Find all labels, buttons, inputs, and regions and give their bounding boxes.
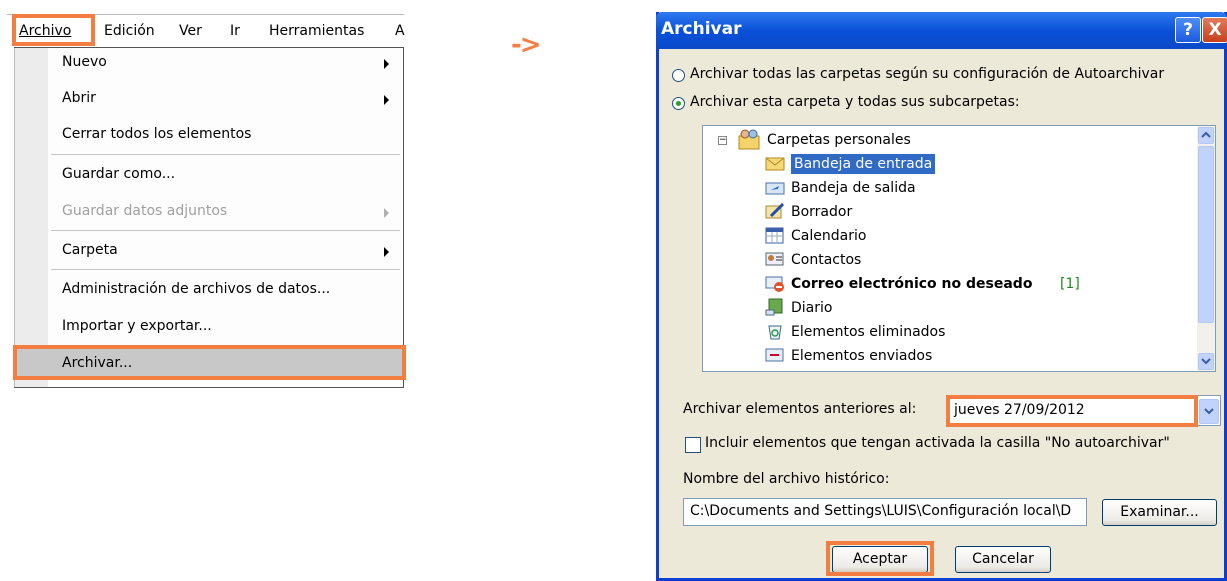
menu-ir[interactable]: Ir	[230, 23, 240, 39]
scroll-down-button[interactable]	[1198, 353, 1214, 370]
no-autoarchive-checkbox[interactable]	[685, 437, 701, 453]
menu-bar: Archivo Edición Ver Ir Herramientas A	[7, 14, 405, 49]
help-button[interactable]: ?	[1175, 17, 1201, 43]
menu-item-nuevo[interactable]: Nuevo	[62, 54, 107, 70]
tree-item-elementos-enviados[interactable]: Elementos enviados	[791, 346, 932, 366]
archivo-dropdown: Nuevo Abrir Cerrar todos los elementos G…	[14, 47, 404, 388]
menu-item-archivar-label: Archivar...	[62, 355, 133, 371]
contacts-icon	[765, 252, 784, 266]
tree-item-contactos[interactable]: Contactos	[791, 250, 861, 270]
cancel-button[interactable]: Cancelar	[955, 546, 1051, 573]
submenu-arrow-icon	[384, 95, 389, 105]
sent-items-icon	[765, 348, 784, 362]
menu-item-cerrar-todos[interactable]: Cerrar todos los elementos	[62, 126, 251, 142]
collapse-icon[interactable]: −	[718, 136, 727, 145]
browse-button[interactable]: Examinar...	[1102, 499, 1217, 526]
menu-item-carpeta[interactable]: Carpeta	[62, 242, 118, 258]
personal-folders-icon	[738, 129, 760, 150]
radio-archive-folder[interactable]	[672, 97, 685, 110]
menu-item-administracion-archivos[interactable]: Administración de archivos de datos...	[62, 281, 330, 297]
date-dropdown-button[interactable]	[1199, 399, 1219, 424]
tree-item-bandeja-entrada[interactable]: Bandeja de entrada	[791, 154, 936, 174]
date-label: Archivar elementos anteriores al:	[683, 401, 917, 417]
dialog-title: Archivar	[661, 19, 742, 39]
menu-ver[interactable]: Ver	[179, 23, 202, 39]
file-path-value: C:\Documents and Settings\LUIS\Configura…	[690, 503, 1072, 519]
submenu-arrow-icon	[384, 247, 389, 257]
menu-icon-gutter	[14, 48, 48, 387]
file-label: Nombre del archivo histórico:	[683, 471, 890, 487]
menu-separator	[51, 154, 400, 155]
scroll-thumb[interactable]	[1198, 146, 1214, 323]
menu-edicion[interactable]: Edición	[104, 23, 155, 39]
tree-item-correo-no-deseado[interactable]: Correo electrónico no deseado	[791, 274, 1032, 294]
aceptar-highlight-box	[826, 541, 934, 576]
no-autoarchive-label: Incluir elementos que tengan activada la…	[705, 435, 1170, 451]
drafts-icon	[765, 202, 785, 219]
archivo-menu: Archivo Edición Ver Ir Herramientas A Nu…	[7, 14, 406, 388]
chevron-down-icon	[1201, 358, 1211, 365]
menu-item-guardar-como[interactable]: Guardar como...	[62, 166, 175, 182]
radio-archive-all[interactable]	[672, 69, 685, 82]
tree-item-bandeja-salida[interactable]: Bandeja de salida	[791, 178, 916, 198]
menu-separator	[51, 269, 400, 270]
close-button[interactable]: X	[1202, 17, 1227, 43]
dialog-titlebar: Archivar ? X	[656, 12, 1227, 49]
archivo-highlight-box	[12, 14, 95, 46]
folder-tree[interactable]: − Carpetas personales Bandeja de entrada…	[702, 125, 1216, 372]
menu-item-importar-exportar[interactable]: Importar y exportar...	[62, 318, 212, 334]
scroll-up-button[interactable]	[1198, 127, 1214, 144]
tree-item-elementos-eliminados[interactable]: Elementos eliminados	[791, 322, 945, 342]
file-path-input[interactable]: C:\Documents and Settings\LUIS\Configura…	[683, 498, 1087, 526]
menu-separator	[51, 230, 400, 231]
chevron-up-icon	[1201, 131, 1211, 138]
arrow-indicator: ->	[511, 30, 542, 60]
outbox-icon	[765, 182, 785, 195]
tree-root-label[interactable]: Carpetas personales	[767, 132, 911, 148]
inbox-icon	[765, 157, 785, 171]
menu-item-guardar-datos-adjuntos: Guardar datos adjuntos	[62, 203, 228, 219]
radio-archive-folder-label: Archivar esta carpeta y todas sus subcar…	[690, 94, 1020, 110]
tree-item-calendario[interactable]: Calendario	[791, 226, 866, 246]
menu-item-archivar[interactable]: Archivar...	[13, 345, 406, 380]
tree-item-diario[interactable]: Diario	[791, 298, 832, 318]
unread-count-badge: [1]	[1060, 276, 1080, 292]
chevron-down-icon	[1204, 408, 1214, 415]
radio-archive-all-label: Archivar todas las carpetas según su con…	[690, 66, 1165, 82]
menu-item-abrir[interactable]: Abrir	[62, 90, 96, 106]
submenu-arrow-icon	[384, 208, 389, 218]
calendar-icon	[765, 227, 784, 244]
junk-mail-icon	[765, 276, 784, 292]
submenu-arrow-icon	[384, 59, 389, 69]
tree-item-borrador[interactable]: Borrador	[791, 202, 852, 222]
menu-acciones-truncated[interactable]: A	[395, 23, 405, 39]
menu-herramientas[interactable]: Herramientas	[269, 23, 364, 39]
journal-icon	[765, 298, 783, 316]
tree-scrollbar[interactable]	[1197, 126, 1215, 371]
deleted-items-icon	[768, 325, 782, 340]
date-highlight-box	[946, 395, 1198, 427]
